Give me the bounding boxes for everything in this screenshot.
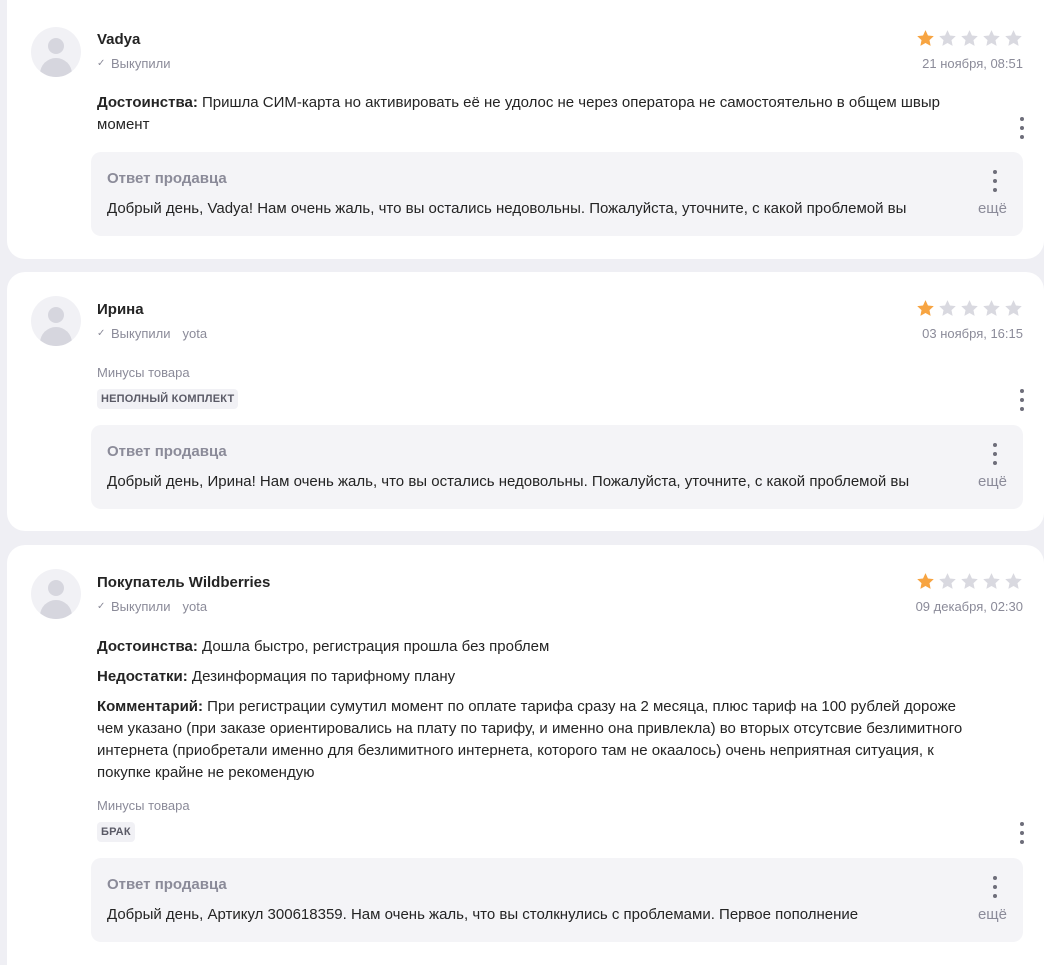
reviewer-name: Ирина (97, 301, 144, 318)
review-card: Покупатель Wildberries ✓ Выкупили yota 0… (7, 545, 1044, 965)
pros-label: Достоинства: (97, 94, 198, 111)
tariff-label: yota (182, 326, 208, 341)
review-date: 03 ноября, 16:15 (922, 326, 1023, 341)
bought-status: ✓ Выкупили yota (97, 326, 207, 341)
cons-text: Дезинформация по тарифному плану (187, 668, 456, 685)
avatar (31, 569, 81, 619)
avatar (31, 296, 81, 346)
pros-text: Пришла СИМ-карта но активировать её не у… (97, 94, 940, 133)
star-empty-icon (939, 30, 956, 46)
avatar (31, 27, 81, 77)
minus-label: Минусы товара (97, 798, 190, 813)
check-icon: ✓ (97, 601, 106, 612)
review-comment: Комментарий: При регистрации сумутил мом… (97, 696, 978, 784)
review-cons: Недостатки: Дезинформация по тарифному п… (97, 666, 978, 688)
check-icon: ✓ (97, 328, 106, 339)
rating-stars (916, 572, 1023, 591)
comment-text: При регистрации сумутил момент по оплате… (97, 698, 963, 781)
reply-menu-icon[interactable] (989, 876, 1001, 898)
star-empty-icon (1005, 30, 1022, 46)
minus-label: Минусы товара (97, 365, 190, 380)
minus-chip: НЕПОЛНЫЙ КОМПЛЕКТ (97, 389, 239, 409)
reply-more-link[interactable]: ещё (978, 473, 1007, 490)
reply-title: Ответ продавца (107, 876, 227, 893)
reply-text: Добрый день, Ирина! Нам очень жаль, что … (107, 473, 910, 490)
star-empty-icon (961, 30, 978, 46)
seller-reply: Ответ продавца Добрый день, Артикул 3006… (91, 858, 1023, 942)
reply-title: Ответ продавца (107, 443, 227, 460)
star-filled-icon (917, 30, 934, 46)
star-empty-icon (1005, 300, 1022, 316)
star-empty-icon (1005, 573, 1022, 589)
review-card: Vadya ✓ Выкупили 21 ноября, 08:51 Достои… (7, 0, 1044, 259)
rating-stars (916, 29, 1023, 48)
reply-more-link[interactable]: ещё (978, 906, 1007, 923)
reply-title: Ответ продавца (107, 170, 227, 187)
star-filled-icon (917, 573, 934, 589)
seller-reply: Ответ продавца Добрый день, Ирина! Нам о… (91, 425, 1023, 509)
bought-status: ✓ Выкупили (97, 56, 171, 71)
reviewer-name: Покупатель Wildberries (97, 574, 271, 591)
seller-reply: Ответ продавца Добрый день, Vadya! Нам о… (91, 152, 1023, 236)
cons-label: Недостатки: (97, 668, 188, 685)
review-menu-icon[interactable] (1016, 389, 1028, 411)
star-empty-icon (961, 573, 978, 589)
bought-label: Выкупили (111, 56, 171, 71)
bought-label: Выкупили (111, 326, 171, 341)
star-empty-icon (983, 300, 1000, 316)
reply-menu-icon[interactable] (989, 443, 1001, 465)
review-pros: Достоинства: Дошла быстро, регистрация п… (97, 636, 978, 658)
star-filled-icon (917, 300, 934, 316)
review-date: 21 ноября, 08:51 (922, 56, 1023, 71)
bought-label: Выкупили (111, 599, 171, 614)
pros-text: Дошла быстро, регистрация прошла без про… (197, 638, 550, 655)
star-empty-icon (983, 573, 1000, 589)
comment-label: Комментарий: (97, 698, 204, 715)
check-icon: ✓ (97, 58, 106, 69)
reply-menu-icon[interactable] (989, 170, 1001, 192)
reply-text: Добрый день, Vadya! Нам очень жаль, что … (107, 200, 907, 217)
reply-more-link[interactable]: ещё (978, 200, 1007, 217)
reply-text: Добрый день, Артикул 300618359. Нам очен… (107, 906, 859, 923)
pros-label: Достоинства: (97, 638, 198, 655)
review-date: 09 декабря, 02:30 (915, 599, 1023, 614)
bought-status: ✓ Выкупили yota (97, 599, 207, 614)
minus-chip: БРАК (97, 822, 135, 842)
rating-stars (916, 299, 1023, 318)
star-empty-icon (961, 300, 978, 316)
star-empty-icon (939, 573, 956, 589)
star-empty-icon (983, 30, 1000, 46)
star-empty-icon (939, 300, 956, 316)
reviewer-name: Vadya (97, 31, 141, 48)
tariff-label: yota (182, 599, 208, 614)
review-menu-icon[interactable] (1016, 822, 1028, 844)
review-menu-icon[interactable] (1016, 117, 1028, 139)
reviews-page: Vadya ✓ Выкупили 21 ноября, 08:51 Достои… (0, 0, 1044, 965)
review-card: Ирина ✓ Выкупили yota 03 ноября, 16:15 М… (7, 272, 1044, 531)
review-pros: Достоинства: Пришла СИМ-карта но активир… (97, 92, 978, 136)
